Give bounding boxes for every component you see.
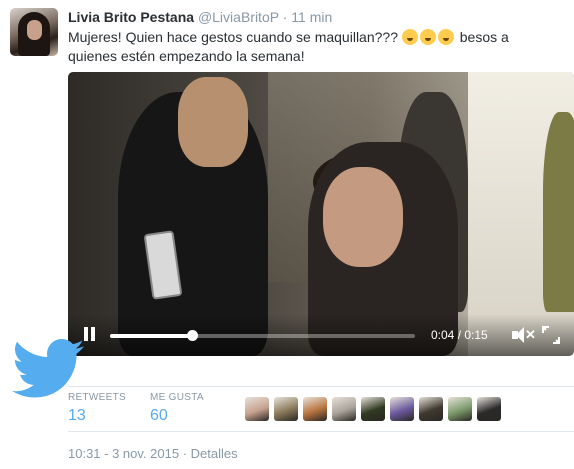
- likes-label: ME GUSTA: [150, 392, 204, 403]
- author-handle[interactable]: @LiviaBritoP: [198, 9, 279, 25]
- details-link[interactable]: Detalles: [191, 446, 238, 461]
- avatar[interactable]: [10, 8, 58, 56]
- liker-avatar[interactable]: [390, 397, 414, 421]
- tweet-text-line1: Mujeres! Quien hace gestos cuando se maq…: [68, 29, 398, 45]
- kissing-face-emoji-icon: [419, 29, 436, 45]
- likes-count[interactable]: 60: [150, 407, 204, 425]
- footer-separator: ·: [182, 446, 188, 461]
- author-name[interactable]: Livia Brito Pestana: [68, 9, 194, 25]
- expand-icon: [542, 326, 560, 344]
- speaker-cone-icon: [516, 327, 524, 343]
- liker-avatar[interactable]: [361, 397, 385, 421]
- likes-stat[interactable]: ME GUSTA 60: [150, 392, 204, 425]
- pause-button[interactable]: [82, 327, 98, 343]
- tweet-stats: RETWEETS 13 ME GUSTA 60: [68, 386, 574, 432]
- retweets-label: RETWEETS: [68, 392, 126, 403]
- video-person-makeup-artist-head: [178, 77, 248, 167]
- video-progress-knob[interactable]: [187, 330, 199, 341]
- tweet-header: Livia Brito Pestana @LiviaBritoP · 11 mi…: [68, 9, 332, 25]
- retweets-stat[interactable]: RETWEETS 13: [68, 392, 126, 425]
- video-person-woman-face: [323, 167, 403, 267]
- tweet-text: Mujeres! Quien hace gestos cuando se maq…: [68, 28, 538, 66]
- avatar-face: [27, 20, 42, 40]
- retweets-count[interactable]: 13: [68, 407, 126, 425]
- pause-icon-bar-left: [84, 327, 88, 341]
- tweet-text-line2: quienes estén empezando la semana!: [68, 48, 305, 64]
- mute-button[interactable]: ✕: [512, 326, 536, 344]
- liker-avatar[interactable]: [332, 397, 356, 421]
- mute-x-icon: ✕: [525, 327, 536, 342]
- video-controls: 0:04 / 0:15 ✕: [68, 314, 574, 356]
- hushed-face-emoji-icon: [401, 29, 418, 45]
- video-time-display: 0:04 / 0:15: [431, 328, 488, 342]
- fullscreen-button[interactable]: [542, 326, 560, 344]
- header-separator: ·: [282, 9, 288, 25]
- liker-avatar[interactable]: [448, 397, 472, 421]
- liker-avatar[interactable]: [274, 397, 298, 421]
- video-progress-fill: [110, 334, 193, 338]
- video-progress-bar[interactable]: [110, 330, 415, 341]
- liker-avatar[interactable]: [419, 397, 443, 421]
- liker-avatar[interactable]: [245, 397, 269, 421]
- tweet-footer: 10:31 - 3 nov. 2015 · Detalles: [68, 446, 238, 461]
- liker-avatar[interactable]: [477, 397, 501, 421]
- tweet-text-line1-end: besos a: [459, 29, 509, 45]
- face-blowing-kiss-emoji-icon: [437, 29, 454, 45]
- tweet-time[interactable]: 11 min: [291, 9, 332, 25]
- liker-avatar[interactable]: [303, 397, 327, 421]
- tweet-timestamp[interactable]: 10:31 - 3 nov. 2015: [68, 446, 179, 461]
- pause-icon-bar-right: [91, 327, 95, 341]
- video-player[interactable]: 0:04 / 0:15 ✕: [68, 72, 574, 356]
- video-person-right: [543, 112, 574, 312]
